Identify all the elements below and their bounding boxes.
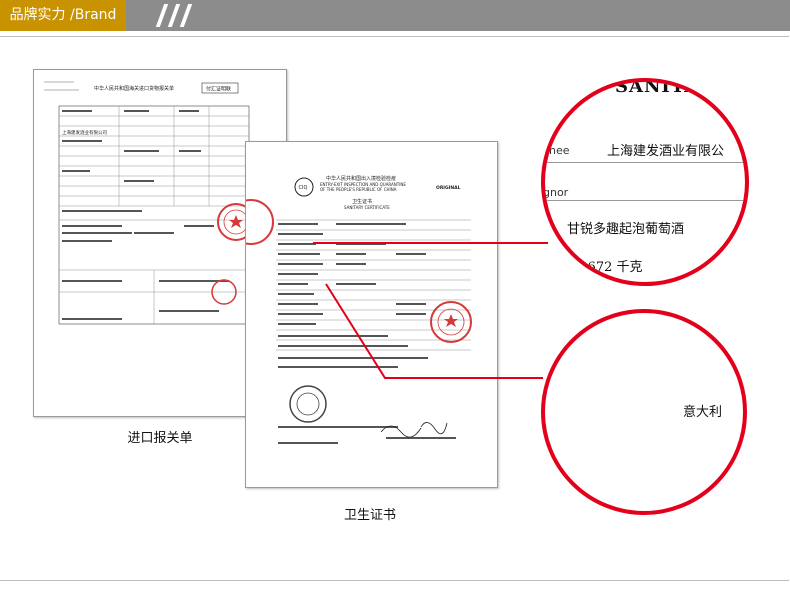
zoom-consignee: 上海建发酒业有限公 bbox=[607, 144, 725, 159]
zoom-origin: 意大利 bbox=[683, 405, 723, 420]
zoom-row2-label: gnor bbox=[543, 186, 569, 199]
zoom-circle-consignee: SANITA nee 上海建发酒业有限公 gnor 甘锐多趣起泡葡萄酒 3967… bbox=[541, 78, 749, 286]
zoom-product-name: 甘锐多趣起泡葡萄酒 bbox=[567, 222, 685, 237]
zoom-divider bbox=[545, 162, 745, 163]
zoom-row1-label: nee bbox=[549, 144, 570, 157]
zoom-weight: 39672 千克 bbox=[571, 260, 643, 275]
zoom-circle-origin: 意大利 bbox=[541, 309, 747, 515]
zoom-divider bbox=[545, 200, 745, 201]
